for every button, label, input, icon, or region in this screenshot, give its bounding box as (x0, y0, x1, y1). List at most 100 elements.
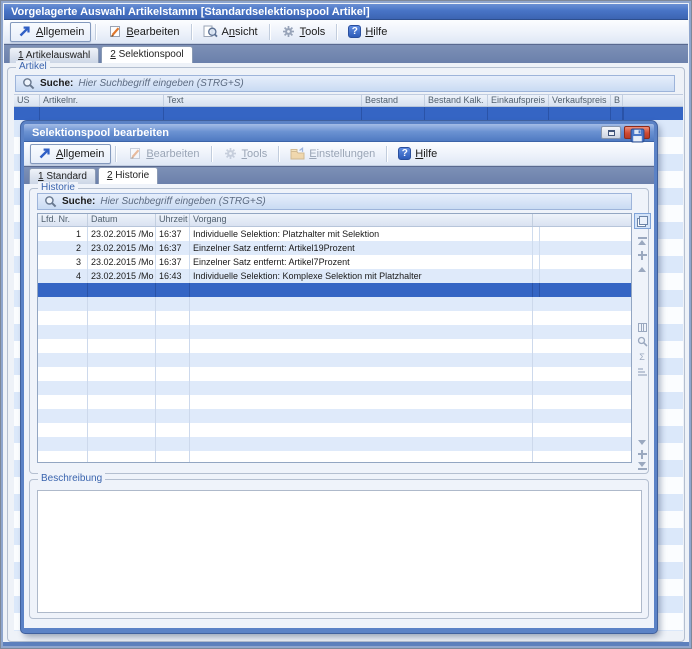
cell-nr: 2 (38, 241, 88, 255)
cell-vorgang: Individuelle Selektion: Komplexe Selekti… (190, 269, 533, 283)
row-down-icon (638, 450, 647, 459)
column-separator (155, 297, 156, 462)
column-settings-button[interactable] (635, 321, 649, 333)
menu-allgemein[interactable]: Allgemein (10, 22, 91, 42)
cell (88, 283, 156, 297)
cell (14, 107, 40, 120)
last-row-button[interactable] (635, 460, 649, 472)
historie-searchbar[interactable]: Suche: (37, 193, 632, 210)
cell-nr: 1 (38, 227, 88, 241)
column-header-uhrzeit[interactable]: Uhrzeit (156, 214, 190, 226)
menu-separator (336, 24, 337, 40)
column-header-text[interactable]: Text (164, 95, 362, 106)
table-row-selected[interactable] (38, 283, 631, 297)
menu-tools[interactable]: Tools (274, 22, 333, 42)
page-up-button[interactable] (635, 263, 649, 275)
table-row[interactable]: 423.02.2015 /Mo16:43Individuelle Selekti… (38, 269, 631, 283)
menu-item-label: Allgemein (36, 26, 84, 38)
menu-separator (278, 146, 279, 162)
menu-separator (95, 24, 96, 40)
column-header-verkaufspreis[interactable]: Verkaufspreis (549, 95, 611, 106)
cell (623, 107, 624, 120)
empty-rows-area[interactable] (38, 297, 631, 462)
allgemein-icon (17, 25, 32, 39)
first-row-icon (638, 240, 646, 245)
restore-button[interactable] (601, 126, 621, 139)
historie-search-input[interactable] (100, 196, 626, 207)
menu-einstellungen[interactable]: Einstellungen (283, 144, 382, 164)
table-row[interactable]: 323.02.2015 /Mo16:37Einzelner Satz entfe… (38, 255, 631, 269)
column-header-bestand-kalk[interactable]: Bestand Kalk. (425, 95, 488, 106)
last-row-icon (638, 462, 646, 467)
page-down-button[interactable] (635, 436, 649, 448)
artikel-search-input[interactable] (78, 78, 669, 89)
menu-hilfe[interactable]: ? Hilfe (341, 22, 394, 41)
menu-separator (191, 24, 192, 40)
cell-datum: 23.02.2015 /Mo (88, 241, 156, 255)
menu-bearbeiten[interactable]: Bearbeiten (120, 144, 206, 164)
cell (190, 283, 533, 297)
beschreibung-textarea[interactable] (37, 490, 642, 613)
column-header-artikelnr[interactable]: Artikelnr. (40, 95, 164, 106)
application-window: Vorgelagerte Auswahl Artikelstamm [Stand… (0, 0, 692, 649)
cell (40, 107, 164, 120)
cell-datum: 23.02.2015 /Mo (88, 227, 156, 241)
cell-nr: 3 (38, 255, 88, 269)
menu-item-label: Einstellungen (309, 148, 375, 160)
column-header-bestand[interactable]: Bestand (362, 95, 425, 106)
menu-hilfe[interactable]: ?Hilfe (391, 144, 444, 163)
menu-allgemein[interactable]: Allgemein (30, 144, 111, 164)
first-row-button[interactable] (635, 235, 649, 247)
cell (156, 283, 190, 297)
cell-filler (533, 269, 540, 283)
menu-item-label: Hilfe (365, 26, 387, 38)
sort-button[interactable] (635, 366, 649, 378)
sum-icon: Σ (639, 352, 645, 362)
historie-table: Lfd. Nr.DatumUhrzeitVorgang 123.02.2015 … (37, 213, 632, 463)
page-down-icon (638, 440, 646, 445)
row-up-icon (638, 251, 647, 260)
save-icon[interactable] (630, 128, 645, 142)
sum-button[interactable]: Σ (635, 351, 649, 363)
menu-separator (211, 146, 212, 162)
menu-item-label: Allgemein (56, 148, 104, 160)
column-header-datum[interactable]: Datum (88, 214, 156, 226)
row-down-button[interactable] (635, 448, 649, 460)
cell (362, 107, 425, 120)
menu-bearbeiten[interactable]: Bearbeiten (100, 22, 186, 42)
column-header-filler (623, 95, 683, 106)
einstellungen-icon (290, 147, 305, 161)
table-row[interactable]: 223.02.2015 /Mo16:37Einzelner Satz entfe… (38, 241, 631, 255)
artikel-selected-row[interactable] (14, 107, 683, 120)
column-separator (532, 297, 533, 462)
restore-icon (608, 130, 615, 136)
menu-ansicht[interactable]: Ansicht (196, 22, 265, 42)
window-titlebar[interactable]: Vorgelagerte Auswahl Artikelstamm [Stand… (4, 4, 688, 20)
column-header-us[interactable]: US (14, 95, 40, 106)
column-header-einkaufspreis[interactable]: Einkaufspreis (488, 95, 549, 106)
last-row-icon (638, 468, 647, 470)
cell (488, 107, 549, 120)
dialog-title: Selektionspool bearbeiten (32, 127, 598, 139)
row-up-button[interactable] (635, 249, 649, 261)
grid-search-button[interactable] (635, 335, 649, 347)
column-header-lfd-nr[interactable]: Lfd. Nr. (38, 214, 88, 226)
column-header-b[interactable]: B (611, 95, 623, 106)
tab-historie[interactable]: 2 Historie (98, 167, 158, 184)
dialog-titlebar[interactable]: Selektionspool bearbeiten (24, 124, 654, 142)
artikel-group-label: Artikel (16, 61, 50, 73)
tools-icon (223, 147, 238, 161)
cell-filler (533, 255, 540, 269)
table-row[interactable]: 123.02.2015 /Mo16:37Individuelle Selekti… (38, 227, 631, 241)
search-label: Suche: (40, 78, 73, 89)
menu-tools[interactable]: Tools (216, 144, 275, 164)
menu-separator (115, 146, 116, 162)
column-header-vorgang[interactable]: Vorgang (190, 214, 533, 226)
hilfe-icon: ? (348, 25, 361, 38)
artikel-searchbar[interactable]: Suche: (15, 75, 675, 92)
menu-item-label: Tools (300, 26, 326, 38)
copy-grid-button[interactable] (634, 213, 651, 229)
cell (425, 107, 488, 120)
tab-selektionspool[interactable]: 2 Selektionspool (101, 46, 192, 63)
main-tabrow: 1 Artikelauswahl2 Selektionspool (4, 44, 688, 63)
